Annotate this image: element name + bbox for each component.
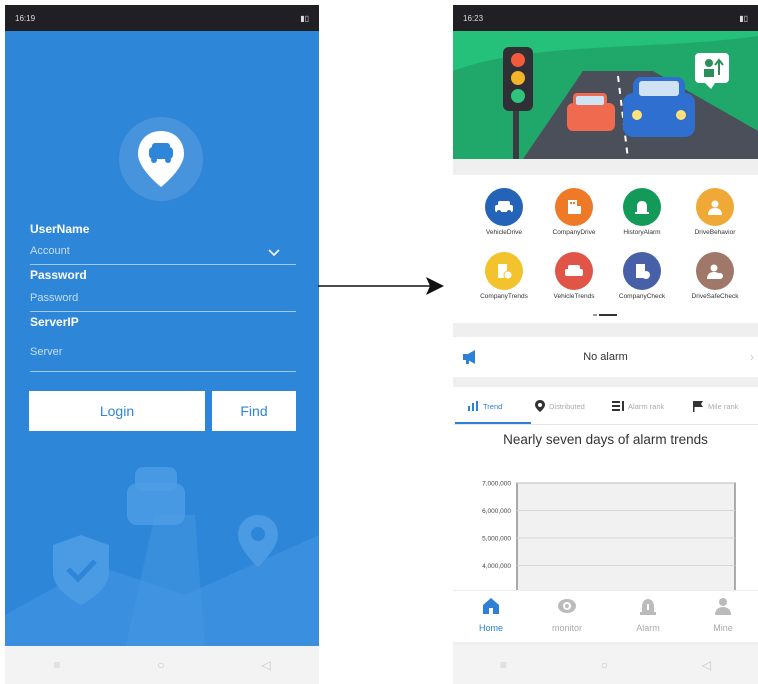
plot-area: [516, 482, 736, 600]
account-underline: [30, 264, 296, 265]
feature-companycheck[interactable]: CompanyCheck: [604, 252, 680, 300]
feature-vehicledrive[interactable]: VehicleDrive: [466, 188, 542, 236]
alarm-light-icon: [623, 188, 661, 226]
tab-mile-rank-label: Mile rank: [708, 401, 739, 411]
nav-monitor-label: monitor: [551, 623, 582, 633]
nav-alarm[interactable]: Alarm: [618, 597, 678, 633]
rank-icon: [612, 401, 624, 411]
stats-tabs: Trend Distributed Alarm rank Mile rank: [453, 387, 758, 425]
status-time: 16:19: [15, 13, 36, 23]
car-pin-icon: [131, 129, 191, 189]
feature-grid: VehicleDrive CompanyDrive HistoryAlarm Driv…: [453, 175, 758, 323]
nav-monitor[interactable]: monitor: [537, 597, 597, 633]
nav-alarm-label: Alarm: [636, 623, 660, 633]
home-nav-icon[interactable]: ○: [157, 658, 164, 672]
username-label: UserName: [30, 222, 90, 236]
car-icon: [485, 188, 523, 226]
feature-label: VehicleTrends: [553, 293, 595, 300]
login-screen: 16:19 ▮▯ UserName Account Password Passw…: [5, 5, 319, 684]
pin-icon: [535, 400, 545, 412]
feature-historyalarm[interactable]: HistoryAlarm: [604, 188, 680, 236]
back-nav-icon[interactable]: ◁: [261, 658, 270, 672]
status-bar: 16:23 ▮▯: [453, 5, 758, 31]
car-trend-icon: [555, 252, 593, 290]
password-underline: [30, 311, 296, 312]
system-nav-bar: ≡ ○ ◁: [453, 645, 758, 684]
feature-label: CompanyCheck: [618, 293, 666, 300]
password-input[interactable]: Password: [30, 292, 78, 304]
nav-home[interactable]: Home: [461, 597, 521, 633]
bottom-nav: Home monitor Alarm Mine: [453, 590, 758, 642]
status-bar: 16:19 ▮▯: [5, 5, 319, 31]
driver-check-icon: [696, 252, 734, 290]
trend-chart: 7,000,0006,000,0005,000,0004,000,0003,00…: [482, 481, 736, 600]
app-logo: [119, 117, 203, 201]
tab-trend-label: Trend: [483, 401, 503, 411]
feature-label: CompanyDrive: [552, 229, 596, 236]
tab-distributed[interactable]: Distributed: [535, 387, 585, 425]
tab-alarm-rank[interactable]: Alarm rank: [612, 387, 664, 425]
login-button[interactable]: Login: [29, 391, 205, 431]
tab-trend[interactable]: Trend: [467, 387, 502, 425]
feature-label: CompanyTrends: [480, 293, 528, 300]
feature-drivesafecheck[interactable]: DriveSafeCheck: [677, 252, 753, 300]
feature-companytrends[interactable]: CompanyTrends: [466, 252, 542, 300]
home-screen: 16:23 ▮▯ VehicleDrive CompanyDrive Histo…: [453, 5, 758, 684]
tab-mile-rank[interactable]: Mile rank: [693, 387, 738, 425]
transition-arrow: [318, 277, 444, 295]
server-underline: [30, 371, 296, 372]
server-input[interactable]: Server: [30, 346, 62, 358]
chevron-down-icon[interactable]: [268, 248, 280, 258]
feature-label: HistoryAlarm: [623, 229, 661, 236]
feature-vehicletrends[interactable]: VehicleTrends: [536, 252, 612, 300]
pager-dot: [593, 314, 597, 316]
home-icon: [483, 598, 499, 614]
alarm-text: No alarm: [583, 351, 628, 363]
bar-chart-icon: [468, 401, 478, 411]
flag-icon: [693, 400, 703, 412]
nav-mine-label: Mine: [713, 623, 733, 633]
trend-chart-panel: Nearly seven days of alarm trends 7,000,…: [453, 425, 758, 600]
battery-icon: ▮▯: [300, 13, 309, 23]
y-tick-label: 4,000,000: [482, 563, 511, 570]
feature-label: DriveBehavior: [694, 229, 736, 236]
banner-image: [453, 31, 758, 159]
menu-nav-icon[interactable]: ≡: [53, 658, 60, 672]
active-tab-indicator: [455, 422, 531, 424]
find-button[interactable]: Find: [212, 391, 296, 431]
feature-label: VehicleDrive: [485, 229, 523, 236]
feature-drivebehavior[interactable]: DriveBehavior: [677, 188, 753, 236]
y-tick-label: 7,000,000: [482, 481, 511, 488]
home-nav-icon[interactable]: ○: [601, 658, 608, 672]
feature-companydrive[interactable]: CompanyDrive: [536, 188, 612, 236]
serverip-label: ServerIP: [30, 315, 79, 329]
person-icon: [715, 598, 731, 615]
alarm-icon: [640, 599, 656, 615]
y-tick-label: 5,000,000: [482, 536, 511, 543]
tab-distributed-label: Distributed: [549, 401, 585, 411]
building-check-icon: [623, 252, 661, 290]
feature-label: DriveSafeCheck: [691, 293, 739, 300]
pager-dot-active: [599, 314, 617, 316]
menu-nav-icon[interactable]: ≡: [500, 658, 507, 672]
alarm-notice-bar[interactable]: No alarm ›: [453, 337, 758, 377]
driver-icon: [696, 188, 734, 226]
nav-home-label: Home: [478, 623, 503, 633]
building-icon: [555, 188, 593, 226]
back-nav-icon[interactable]: ◁: [702, 658, 711, 672]
building-trend-icon: [485, 252, 523, 290]
chevron-right-icon: ›: [750, 350, 754, 364]
tab-alarm-rank-label: Alarm rank: [628, 401, 665, 411]
password-label: Password: [30, 268, 87, 282]
account-select[interactable]: Account: [30, 245, 70, 257]
battery-icon: ▮▯: [739, 13, 748, 23]
eye-icon: [558, 599, 576, 613]
system-nav-bar: ≡ ○ ◁: [5, 646, 319, 684]
y-tick-label: 6,000,000: [482, 508, 511, 515]
background-illustration: [5, 467, 319, 649]
screenshot-canvas: 16:19 ▮▯ UserName Account Password Passw…: [0, 0, 758, 684]
nav-mine[interactable]: Mine: [693, 597, 753, 633]
status-time: 16:23: [463, 13, 484, 23]
